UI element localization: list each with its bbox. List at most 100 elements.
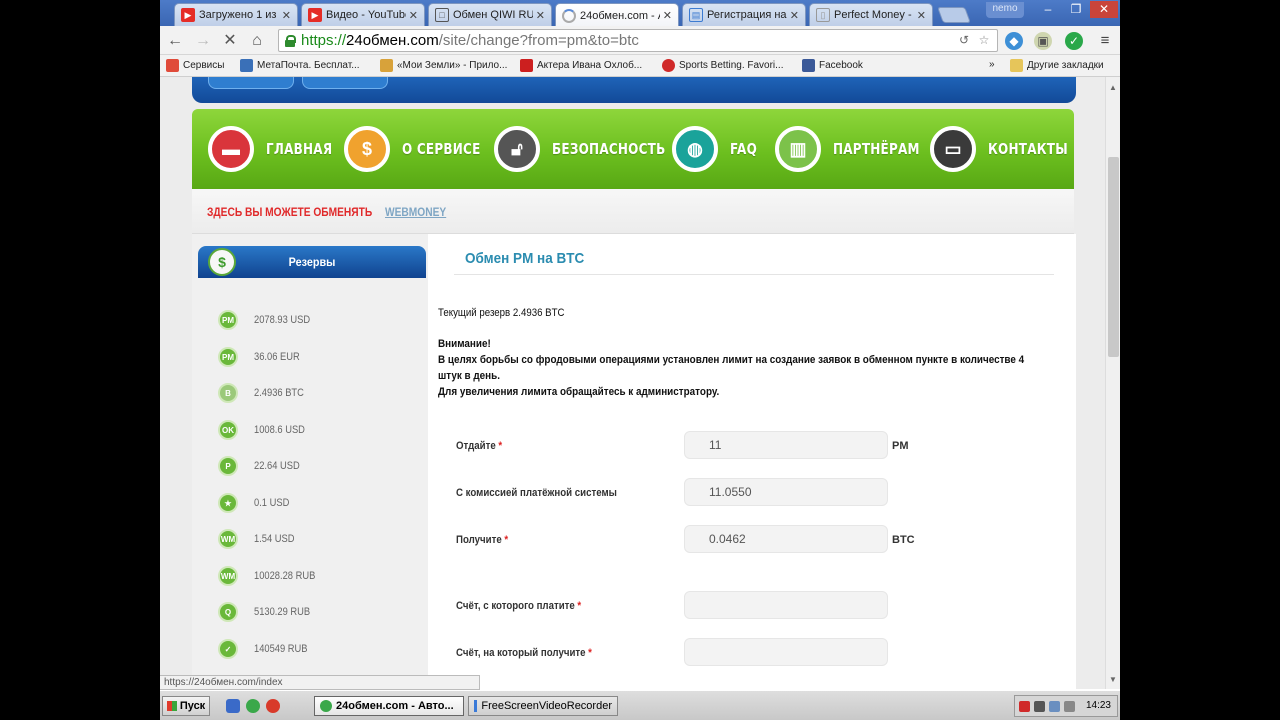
browser-tab[interactable]: ▯ Perfect Money - ✕ (809, 3, 933, 26)
youtube-icon: ▶ (181, 8, 195, 22)
browser-tab-active[interactable]: 24обмен.com - А ✕ (555, 3, 679, 27)
profile-badge[interactable]: nemo (986, 2, 1024, 18)
bookmarks-bar: Сервисы МетаПочта. Бесплат... «Мои Земли… (160, 55, 1120, 77)
page-icon: ▯ (816, 8, 830, 22)
reserves-sidebar: $ Резервы PM 2078.93 USD PM 36.06 EUR B 2.4… (192, 234, 428, 689)
stop-icon[interactable]: ✕ (219, 31, 241, 51)
nav-label: ГЛАВНАЯ (266, 140, 333, 158)
youtube-icon: ▶ (308, 8, 322, 22)
tab-label: Perfect Money - (834, 9, 912, 21)
close-tab-icon[interactable]: ✕ (409, 9, 418, 22)
quicklaunch-icon[interactable] (226, 699, 240, 713)
header-button[interactable] (302, 77, 388, 89)
tab-label: Регистрация на (707, 9, 787, 21)
field-label-receive: Получите * (456, 534, 509, 546)
taskbar-task[interactable]: 24обмен.com - Авто... (314, 696, 464, 716)
bookmark-label: «Мои Земли» - Прило... (397, 60, 508, 71)
nav-label: КОНТАКТЫ (988, 140, 1068, 158)
receive-unit: BTC (892, 534, 915, 546)
scroll-down-icon[interactable]: ▼ (1109, 675, 1117, 684)
reserve-value: 36.06 EUR (254, 351, 300, 363)
reserve-item: WM 10028.28 RUB (218, 566, 326, 586)
bookmark-item[interactable]: «Мои Земли» - Прило... (380, 59, 507, 72)
page-scrollbar[interactable]: ▲ ▼ (1105, 77, 1120, 689)
site-header (192, 77, 1076, 103)
receive-amount-input[interactable] (684, 525, 888, 553)
star-icon[interactable]: ☆ (975, 31, 993, 49)
recorder-icon (474, 700, 478, 712)
history-icon[interactable]: ↺ (955, 31, 973, 49)
start-button[interactable]: Пуск (162, 696, 210, 716)
perfect-money-icon: PM (218, 347, 238, 367)
close-tab-icon[interactable]: ✕ (917, 9, 926, 22)
receive-account-input[interactable] (684, 638, 888, 666)
close-tab-icon[interactable]: ✕ (536, 9, 545, 22)
pay-account-input[interactable] (684, 591, 888, 619)
back-icon[interactable]: ← (164, 31, 186, 51)
close-tab-icon[interactable]: ✕ (282, 9, 291, 22)
close-window-icon[interactable]: ✕ (1090, 1, 1118, 18)
wmz-icon: WM (218, 529, 238, 549)
restore-icon[interactable]: ❐ (1062, 1, 1090, 18)
nav-item-about[interactable]: $ О СЕРВИСЕ (344, 126, 500, 172)
webmoney-link[interactable]: WEBMONEY (385, 205, 446, 219)
close-tab-icon[interactable]: ✕ (663, 9, 672, 22)
main-nav: ▬ ГЛАВНАЯ $ О СЕРВИСЕ 🔓︎ БЕЗОПАСНОСТЬ ◍ … (192, 109, 1074, 189)
bookmark-item[interactable]: Актера Ивана Охлоб... (520, 59, 642, 72)
nav-item-faq[interactable]: ◍ FAQ (672, 126, 764, 172)
tray-icon[interactable] (1034, 701, 1045, 712)
scroll-thumb[interactable] (1108, 157, 1119, 357)
chevron-more-icon[interactable]: » (989, 59, 995, 70)
sports-icon (662, 59, 675, 72)
nav-item-home[interactable]: ▬ ГЛАВНАЯ (208, 126, 349, 172)
taskbar-task[interactable]: FreeScreenVideoRecorder (468, 696, 618, 716)
reserve-value: 10028.28 RUB (254, 570, 316, 582)
extension-icon[interactable]: ✓ (1065, 32, 1083, 50)
tab-label: Обмен QIWI RUB (453, 9, 533, 21)
other-bookmarks[interactable]: Другие закладки (1010, 59, 1104, 72)
chrome-icon[interactable] (246, 699, 260, 713)
home-icon[interactable]: ⌂ (246, 31, 268, 51)
menu-icon[interactable]: ≡ (1096, 32, 1114, 50)
extension-icon[interactable]: ▣ (1034, 32, 1052, 50)
bookmark-item[interactable]: Сервисы (166, 59, 224, 72)
commission-amount-input[interactable] (684, 478, 888, 506)
current-reserve: Текущий резерв 2.4936 BTC (438, 307, 565, 319)
browser-tab[interactable]: ▶ Загружено 1 из ✕ (174, 3, 298, 26)
browser-tab[interactable]: □ Обмен QIWI RUB ✕ (428, 3, 552, 26)
browser-toolbar: ← → ✕ ⌂ https://24обмен.com/site/change?… (160, 26, 1120, 55)
network-icon[interactable] (1049, 701, 1060, 712)
forward-icon[interactable]: → (192, 31, 214, 51)
browser-tab[interactable]: ▶ Видео - YouTube ✕ (301, 3, 425, 26)
url-path: /site/change?from=pm&to=btc (438, 32, 639, 49)
bookmark-item[interactable]: Sports Betting. Favori... (662, 59, 784, 72)
field-label-pay-account: Счёт, с которого платите * (456, 600, 582, 612)
volume-icon[interactable] (1064, 701, 1075, 712)
bitcoin-icon: B (218, 383, 238, 403)
give-amount-input[interactable] (684, 431, 888, 459)
facebook-icon (802, 59, 815, 72)
extension-icon[interactable]: ◆ (1005, 32, 1023, 50)
nav-item-security[interactable]: 🔓︎ БЕЗОПАСНОСТЬ (494, 126, 694, 172)
browser-tab[interactable]: ▤ Регистрация на ✕ (682, 3, 806, 26)
tray-icon[interactable] (1019, 701, 1030, 712)
close-tab-icon[interactable]: ✕ (790, 9, 799, 22)
nav-item-contacts[interactable]: ▭ КОНТАКТЫ (930, 126, 1088, 172)
bookmark-item[interactable]: МетаПочта. Бесплат... (240, 59, 360, 72)
url-scheme: https:// (301, 32, 347, 49)
bookmark-item[interactable]: Facebook (802, 59, 863, 72)
nav-item-partners[interactable]: ▥ ПАРТНЁРАМ (775, 126, 941, 172)
game-icon (380, 59, 393, 72)
reserve-item: Q 5130.29 RUB (218, 602, 320, 622)
loading-icon (562, 8, 576, 23)
header-button[interactable] (208, 77, 294, 89)
nav-label: О СЕРВИСЕ (402, 140, 481, 158)
opera-icon[interactable] (266, 699, 280, 713)
address-bar[interactable]: https://24обмен.com/site/change?from=pm&… (278, 29, 998, 52)
bookmark-label: МетаПочта. Бесплат... (257, 60, 360, 71)
new-tab-button[interactable] (937, 7, 971, 23)
title-divider (454, 274, 1054, 275)
reserve-value: 0.1 USD (254, 497, 290, 509)
minimize-icon[interactable]: – (1034, 1, 1062, 18)
scroll-up-icon[interactable]: ▲ (1109, 83, 1117, 92)
